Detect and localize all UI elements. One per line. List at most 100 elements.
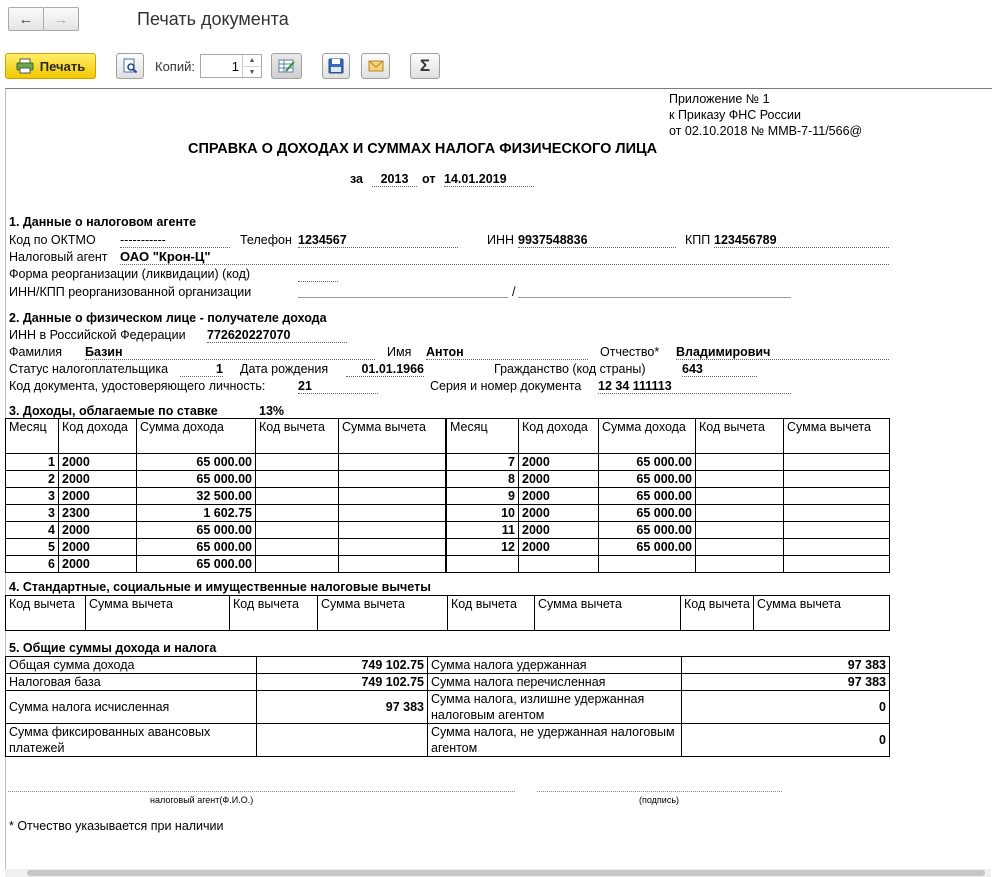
income-code-cell: 2000 (58, 538, 137, 556)
doccode-value: 21 (298, 379, 378, 394)
col-header: Код вычета (695, 418, 784, 454)
total-income-value: 749 102.75 (256, 656, 428, 674)
person-inn-value: 772620227070 (207, 328, 347, 343)
deduction-code-cell (695, 453, 784, 471)
table-row: 12 2000 65 000.00 (446, 538, 890, 556)
deduction-code-header: Код вычета (5, 595, 86, 631)
month-cell: 6 (5, 555, 59, 573)
reorg-value (298, 268, 338, 282)
envelope-icon (368, 60, 383, 72)
month-cell: 3 (5, 487, 59, 505)
table-row: 3 2300 1 602.75 (5, 504, 446, 522)
deduction-code-cell (255, 487, 339, 505)
scrollbar-thumb[interactable] (27, 870, 985, 876)
back-button[interactable]: ← (8, 7, 44, 31)
sum-button[interactable]: Σ (410, 53, 440, 79)
deduction-sum-cell (783, 487, 890, 505)
dob-value: 01.01.1966 (346, 362, 424, 377)
deduction-sum-header: Сумма вычета (753, 595, 890, 631)
month-cell (446, 555, 519, 573)
magnifier-page-icon (123, 58, 138, 74)
income-sum-cell: 32 500.00 (136, 487, 256, 505)
income-sum-cell: 65 000.00 (598, 470, 696, 488)
col-header: Сумма вычета (783, 418, 890, 454)
table-row: 5 2000 65 000.00 (5, 538, 446, 556)
income-code-cell: 2000 (518, 487, 599, 505)
over-withheld-label: Сумма налога, излишне удержанная налогов… (427, 690, 682, 724)
table-row: 6 2000 65 000.00 (5, 555, 446, 573)
spin-down-icon[interactable]: ▼ (243, 67, 261, 78)
agent-inn-label: ИНН (487, 233, 515, 247)
deduction-sum-header: Сумма вычета (317, 595, 448, 631)
copies-spinner[interactable]: ▲ ▼ (242, 55, 261, 77)
income-sum-cell: 65 000.00 (598, 504, 696, 522)
withheld-label: Сумма налога удержанная (427, 656, 682, 674)
month-cell: 8 (446, 470, 519, 488)
income-code-cell: 2000 (518, 538, 599, 556)
edit-button[interactable] (271, 53, 302, 79)
table-row: 8 2000 65 000.00 (446, 470, 890, 488)
signature-caption: (подпись) (639, 795, 680, 805)
preview-button[interactable] (116, 53, 144, 79)
deduction-code-cell (695, 555, 784, 573)
not-withheld-label: Сумма налога, не удержанная налоговым аг… (427, 723, 682, 757)
deduction-sum-cell (783, 538, 890, 556)
send-email-button[interactable] (361, 53, 390, 79)
spin-up-icon[interactable]: ▲ (243, 55, 261, 67)
first-name-value: Антон (426, 345, 588, 360)
deduction-code-cell (255, 555, 339, 573)
deduction-sum-cell (338, 521, 446, 539)
copies-input[interactable]: 1 ▲ ▼ (200, 54, 262, 78)
status-label: Статус налогоплательщика (9, 362, 169, 376)
income-sum-cell: 65 000.00 (136, 453, 256, 471)
horizontal-scrollbar[interactable] (5, 869, 991, 877)
footnote: * Отчество указывается при наличии (9, 819, 224, 833)
month-cell: 5 (5, 538, 59, 556)
arrow-left-icon: ← (18, 10, 34, 28)
citizenship-label: Гражданство (код страны) (494, 362, 646, 376)
month-cell: 10 (446, 504, 519, 522)
patronymic-label: Отчество* (600, 345, 660, 359)
save-button[interactable] (322, 53, 350, 79)
deduction-sum-cell (338, 453, 446, 471)
tax-calc-label: Сумма налога исчисленная (5, 690, 257, 724)
period-year: 2013 (372, 172, 417, 187)
month-cell: 7 (446, 453, 519, 471)
deduction-sum-cell (783, 521, 890, 539)
deduction-sum-cell (338, 504, 446, 522)
forward-button[interactable]: → (43, 7, 79, 31)
patronymic-value: Владимирович (676, 345, 889, 360)
print-button[interactable]: Печать (5, 53, 96, 79)
month-cell: 11 (446, 521, 519, 539)
doccode-label: Код документа, удостоверяющего личность: (9, 379, 266, 393)
month-cell: 2 (5, 470, 59, 488)
document-title: СПРАВКА О ДОХОДАХ И СУММАХ НАЛОГА ФИЗИЧЕ… (188, 141, 658, 157)
reorg-inn-label: ИНН/КПП реорганизованной организации (9, 285, 252, 299)
table-row: 1 2000 65 000.00 (5, 453, 446, 471)
deduction-code-cell (255, 504, 339, 522)
table-row: 3 2000 32 500.00 (5, 487, 446, 505)
deduction-sum-cell (783, 504, 890, 522)
deduction-sum-cell (783, 555, 890, 573)
totals-table: Общая сумма дохода 749 102.75 Сумма нало… (5, 656, 890, 757)
copies-value: 1 (231, 59, 239, 74)
income-code-cell: 2000 (58, 453, 137, 471)
phone-label: Телефон (240, 233, 292, 247)
deduction-code-cell (695, 538, 784, 556)
first-name-label: Имя (387, 345, 412, 359)
section5-heading: 5. Общие суммы дохода и налога (9, 641, 217, 655)
docnum-value: 12 34 111113 (598, 379, 791, 394)
edit-table-icon (278, 59, 295, 73)
income-sum-cell: 65 000.00 (136, 470, 256, 488)
income-code-cell: 2300 (58, 504, 137, 522)
floppy-disk-icon (328, 58, 344, 74)
deduction-code-cell (695, 504, 784, 522)
income-code-cell: 2000 (58, 487, 137, 505)
deduction-code-cell (255, 521, 339, 539)
deduction-sum-header: Сумма вычета (85, 595, 230, 631)
table-row: 10 2000 65 000.00 (446, 504, 890, 522)
section1-heading: 1. Данные о налоговом агенте (9, 215, 197, 229)
income-table-left: Месяц Код дохода Сумма дохода Код вычета… (5, 418, 446, 573)
section3-heading: 3. Доходы, облагаемые по ставке (9, 404, 218, 418)
income-code-cell (518, 555, 599, 573)
